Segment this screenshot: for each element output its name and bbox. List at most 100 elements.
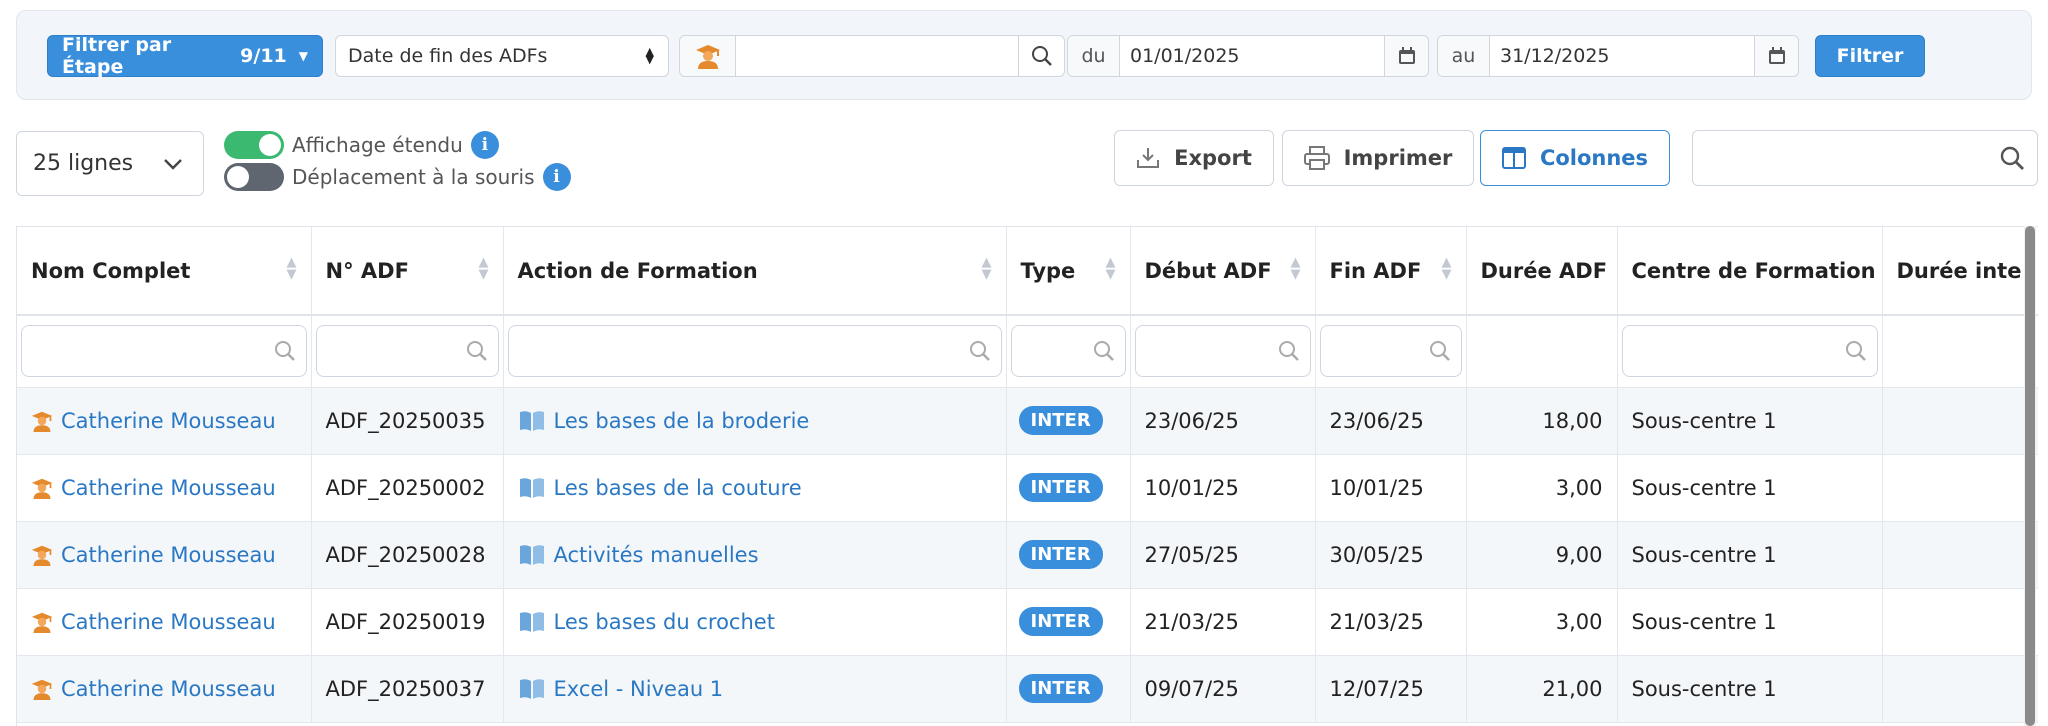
date-type-value: Date de fin des ADFs <box>348 45 548 67</box>
action-link[interactable]: Activités manuelles <box>554 543 759 567</box>
table-row[interactable]: Catherine Mousseau ADF_20250002 Les bases … <box>17 454 2038 522</box>
table-header-row: Nom Complet ▲ ▼ N° ADF ▲ ▼ Action de Formati… <box>17 227 2038 316</box>
adf-number-cell: ADF_20250028 <box>311 521 504 589</box>
learner-link[interactable]: Catherine Mousseau <box>61 476 276 500</box>
type-badge: INTER <box>1018 406 1103 435</box>
start-date-cell: 10/01/25 <box>1130 454 1316 522</box>
action-cell: Les bases de la couture <box>503 454 1007 522</box>
column-filter-input[interactable] <box>507 325 1002 378</box>
columns-button[interactable]: Colonnes <box>1480 130 1670 186</box>
sort-icon[interactable]: ▲ ▼ <box>1106 256 1116 281</box>
filter-button[interactable]: Filtrer <box>1815 35 1925 77</box>
date-type-select[interactable]: Date de fin des ADFs ▲ ▼ <box>335 35 669 77</box>
student-icon <box>31 545 53 566</box>
adf-table: Nom Complet ▲ ▼ N° ADF ▲ ▼ Action de Formati… <box>17 227 2038 723</box>
learner-link[interactable]: Catherine Mousseau <box>61 677 276 701</box>
vertical-scrollbar[interactable] <box>2024 226 2036 726</box>
type-cell: INTER <box>1006 387 1131 455</box>
sort-icon[interactable]: ▲ ▼ <box>1291 256 1301 281</box>
center-cell: Sous-centre 1 <box>1617 387 1883 455</box>
action-link[interactable]: Les bases de la broderie <box>554 409 810 433</box>
table-row[interactable]: Catherine Mousseau ADF_20250037 Excel - Ni… <box>17 655 2038 723</box>
column-filter-input[interactable] <box>1621 325 1878 378</box>
column-header[interactable]: Centre de Formation <box>1617 227 1883 316</box>
action-link[interactable]: Les bases du crochet <box>554 610 775 634</box>
action-link[interactable]: Les bases de la couture <box>554 476 802 500</box>
column-header[interactable]: Type ▲ ▼ <box>1006 227 1131 316</box>
date-from-input[interactable] <box>1120 36 1384 76</box>
calendar-icon[interactable] <box>1754 36 1798 76</box>
info-icon[interactable]: i <box>470 131 499 159</box>
column-filter-input[interactable] <box>1134 325 1311 378</box>
mouse-drag-toggle[interactable] <box>224 163 284 191</box>
learner-search-input[interactable] <box>736 36 1018 76</box>
column-filter-input[interactable] <box>1010 325 1126 378</box>
table-row[interactable]: Catherine Mousseau ADF_20250019 Les bases … <box>17 588 2038 656</box>
search-icon <box>1845 341 1866 362</box>
internal-duration-cell <box>1882 387 2038 455</box>
column-header[interactable]: Début ADF ▲ ▼ <box>1130 227 1316 316</box>
extended-view-toggle[interactable] <box>224 131 284 159</box>
sort-icon[interactable]: ▲ ▼ <box>1442 256 1452 281</box>
column-header[interactable]: Action de Formation ▲ ▼ <box>503 227 1007 316</box>
date-to-label: au <box>1438 36 1490 76</box>
filter-bar: Filtrer par Étape 9/11 ▼ Date de fin des… <box>16 10 2032 100</box>
date-to-group: au <box>1437 35 1799 77</box>
sort-icon[interactable]: ▲ ▼ <box>287 256 297 281</box>
sort-icon[interactable]: ▲ ▼ <box>982 256 992 281</box>
print-button[interactable]: Imprimer <box>1282 130 1474 186</box>
column-header[interactable]: Durée ADF <box>1466 227 1618 316</box>
adf-number-cell: ADF_20250019 <box>311 588 504 656</box>
column-filter-input[interactable] <box>21 325 307 378</box>
global-search-input[interactable] <box>1705 146 1999 170</box>
adf-number-cell: ADF_20250002 <box>311 454 504 522</box>
center-cell: Sous-centre 1 <box>1617 655 1883 723</box>
book-icon <box>519 477 544 498</box>
action-cell: Excel - Niveau 1 <box>503 655 1007 723</box>
column-header[interactable]: N° ADF ▲ ▼ <box>311 227 504 316</box>
student-icon <box>31 478 53 499</box>
mouse-drag-toggle-row: Déplacement à la souris i <box>224 163 571 191</box>
duration-cell: 21,00 <box>1466 655 1618 723</box>
learner-link[interactable]: Catherine Mousseau <box>61 409 276 433</box>
column-header[interactable]: Durée inte <box>1882 227 2038 316</box>
center-cell: Sous-centre 1 <box>1617 454 1883 522</box>
columns-icon <box>1501 147 1526 169</box>
export-button[interactable]: Export <box>1114 130 1274 186</box>
duration-cell: 18,00 <box>1466 387 1618 455</box>
table-row[interactable]: Catherine Mousseau ADF_20250035 Les bases … <box>17 387 2038 455</box>
table-body: Catherine Mousseau ADF_20250035 Les bases … <box>17 387 2038 723</box>
search-icon <box>969 341 990 362</box>
etape-filter-dropdown[interactable]: Filtrer par Étape 9/11 ▼ <box>47 34 323 78</box>
print-label: Imprimer <box>1343 146 1453 170</box>
rows-per-page-select[interactable]: 25 lignes <box>16 131 204 196</box>
calendar-icon[interactable] <box>1384 36 1428 76</box>
student-icon <box>31 679 53 700</box>
action-cell: Les bases du crochet <box>503 588 1007 656</box>
scrollbar-thumb[interactable] <box>2025 226 2035 726</box>
select-arrows-icon: ▲ ▼ <box>645 45 654 66</box>
learner-link[interactable]: Catherine Mousseau <box>61 543 276 567</box>
search-icon <box>1093 341 1114 362</box>
info-icon[interactable]: i <box>542 163 571 191</box>
table-row[interactable]: Catherine Mousseau ADF_20250028 Activités … <box>17 521 2038 589</box>
column-filter-input[interactable] <box>315 325 499 378</box>
printer-icon <box>1303 146 1330 170</box>
type-badge: INTER <box>1018 674 1103 703</box>
column-header[interactable]: Fin ADF ▲ ▼ <box>1315 227 1467 316</box>
name-cell: Catherine Mousseau <box>17 454 312 522</box>
action-link[interactable]: Excel - Niveau 1 <box>554 677 724 701</box>
learner-link[interactable]: Catherine Mousseau <box>61 610 276 634</box>
column-header[interactable]: Nom Complet ▲ ▼ <box>17 227 312 316</box>
column-filter-input[interactable] <box>1319 325 1462 378</box>
action-cell: Les bases de la broderie <box>503 387 1007 455</box>
student-icon <box>31 411 53 432</box>
sort-icon[interactable]: ▲ ▼ <box>479 256 489 281</box>
mouse-drag-label: Déplacement à la souris <box>292 165 535 189</box>
search-icon <box>1278 341 1299 362</box>
date-to-input[interactable] <box>1490 36 1754 76</box>
search-icon[interactable] <box>1999 145 2025 171</box>
type-cell: INTER <box>1006 588 1131 656</box>
column-filter-row <box>17 315 2038 388</box>
search-icon[interactable] <box>1018 36 1064 76</box>
